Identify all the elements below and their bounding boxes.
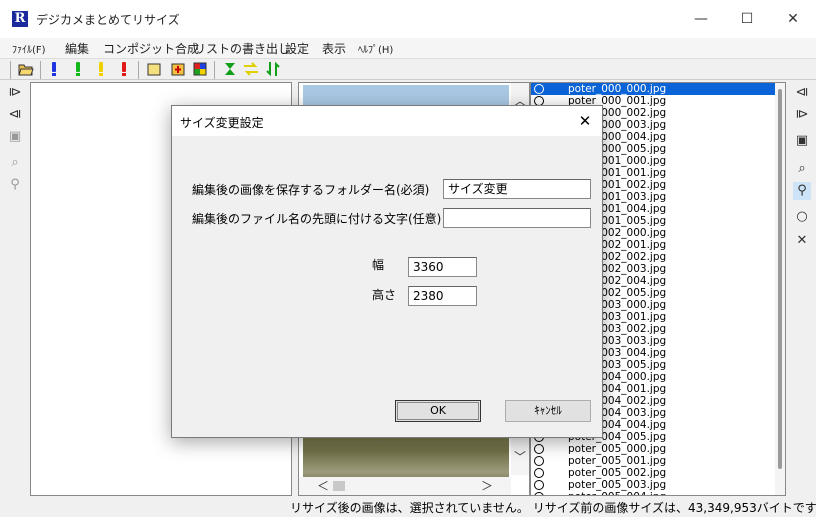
cross-icon[interactable]: ✕: [793, 232, 811, 250]
crop-icon[interactable]: [170, 61, 186, 77]
title-bar: R デジカメまとめてリサイズ — ☐ ✕: [0, 0, 816, 38]
menu-file[interactable]: ﾌｧｲﾙ(F): [12, 41, 46, 56]
menu-composite[interactable]: コンポジット合成: [103, 40, 199, 57]
maximize-button[interactable]: ☐: [724, 0, 770, 38]
composite-grid-icon[interactable]: [192, 61, 208, 77]
prefix-label: 編集後のファイル名の先頭に付ける文字(任意): [192, 212, 442, 226]
exclaim-yellow-dot: [99, 73, 103, 76]
exclaim-red-icon[interactable]: [116, 61, 132, 77]
exclaim-green-icon[interactable]: [70, 61, 86, 77]
exclaim-yellow-icon[interactable]: [93, 61, 109, 77]
dialog-close-icon[interactable]: ✕: [574, 110, 596, 132]
zoom-icon[interactable]: ⚲: [793, 182, 811, 200]
cancel-button[interactable]: ｷｬﾝｾﾙ: [505, 400, 591, 422]
menu-view[interactable]: 表示: [322, 40, 346, 57]
dialog-title-bar: サイズ変更設定 ✕: [172, 106, 602, 136]
list-item[interactable]: poter_000_000.jpg: [531, 83, 775, 95]
folder-name-label: 編集後の画像を保存するフォルダー名(必須): [192, 183, 430, 197]
frame-icon[interactable]: [146, 61, 162, 77]
file-name: poter_005_004.jpg: [568, 491, 666, 495]
file-list-scrollbar[interactable]: [775, 83, 785, 495]
list-item[interactable]: poter_005_000.jpg: [531, 443, 775, 455]
menu-export-list[interactable]: リストの書き出し: [194, 40, 290, 57]
zoom-fit-icon[interactable]: ⌕: [793, 160, 811, 178]
file-name: poter_005_001.jpg: [568, 455, 667, 467]
horizontal-scroll-thumb[interactable]: [333, 481, 345, 491]
menu-settings[interactable]: 設定: [285, 40, 309, 57]
menu-help[interactable]: ﾍﾙﾌﾟ(H): [358, 41, 393, 56]
prefix-input[interactable]: [443, 208, 591, 228]
folder-name-input[interactable]: サイズ変更: [443, 179, 591, 199]
exclaim-yellow-bar: [99, 62, 103, 72]
file-name: poter_005_003.jpg: [568, 479, 667, 491]
file-name: poter_005_000.jpg: [568, 443, 667, 455]
exclaim-blue-dot: [52, 73, 56, 76]
ok-button[interactable]: OK: [395, 400, 481, 422]
window-title: デジカメまとめてリサイズ: [36, 13, 180, 27]
status-circle-icon: [534, 480, 544, 490]
menu-edit[interactable]: 編集: [65, 40, 89, 57]
file-list-scroll-thumb[interactable]: [778, 89, 782, 469]
swap-vertical-shape: [266, 61, 280, 77]
save-icon[interactable]: ▣: [793, 132, 811, 150]
nav-next-icon[interactable]: ⧐: [793, 106, 811, 124]
list-item[interactable]: poter_005_001.jpg: [531, 455, 775, 467]
exclaim-green-bar: [76, 62, 80, 72]
list-item[interactable]: poter_005_002.jpg: [531, 467, 775, 479]
open-folder-icon[interactable]: [18, 61, 34, 77]
status-circle-icon: [534, 468, 544, 478]
app-icon: R: [12, 11, 28, 27]
exclaim-red-bar: [122, 62, 126, 72]
minimize-button[interactable]: —: [678, 0, 724, 38]
play-prev-icon[interactable]: ⧏: [6, 106, 24, 124]
scroll-down-icon[interactable]: ﹀: [512, 449, 528, 465]
preview-horizontal-scrollbar[interactable]: ＜ ＞: [299, 477, 511, 495]
swap-horizontal-icon[interactable]: [243, 61, 259, 77]
status-circle-icon: [534, 84, 544, 94]
scroll-right-icon[interactable]: ＞: [479, 478, 495, 494]
width-label: 幅: [372, 258, 385, 272]
flip-vertical-shape: [225, 63, 235, 75]
width-input[interactable]: 3360: [408, 257, 477, 277]
file-name: poter_005_002.jpg: [568, 467, 667, 479]
toolbar-separator: [10, 61, 11, 79]
status-text: リサイズ後の画像は、選択されていません。 リサイズ前の画像サイズは、43,349…: [290, 501, 816, 515]
save-icon[interactable]: ▣: [6, 128, 24, 146]
nav-prev-icon[interactable]: ⧏: [793, 84, 811, 102]
dialog-title: サイズ変更設定: [180, 116, 264, 130]
exclaim-red-dot: [122, 73, 126, 76]
menu-bar: ﾌｧｲﾙ(F) 編集 コンポジット合成 リストの書き出し 設定 表示 ﾍﾙﾌﾟ(…: [0, 38, 816, 58]
zoom-icon[interactable]: ⚲: [6, 176, 24, 194]
exclaim-green-dot: [76, 73, 80, 76]
exclaim-blue-icon[interactable]: [46, 61, 62, 77]
status-circle-icon: [534, 456, 544, 466]
status-circle-icon: [534, 444, 544, 454]
swap-horizontal-shape: [244, 62, 258, 76]
flip-vertical-icon[interactable]: [222, 61, 238, 77]
toolbar-separator: [138, 61, 139, 79]
file-name: poter_000_000.jpg: [568, 83, 667, 95]
resize-settings-dialog: サイズ変更設定 ✕ 編集後の画像を保存するフォルダー名(必須) サイズ変更 編集…: [171, 105, 603, 438]
height-input[interactable]: 2380: [408, 286, 477, 306]
swap-vertical-icon[interactable]: [265, 61, 281, 77]
toolbar-separator: [40, 61, 41, 79]
circle-icon[interactable]: ○: [793, 208, 811, 226]
height-label: 高さ: [372, 288, 397, 302]
list-item[interactable]: poter_005_004.jpg: [531, 491, 775, 495]
zoom-fit-icon[interactable]: ⌕: [6, 154, 24, 172]
status-bar: リサイズ後の画像は、選択されていません。 リサイズ前の画像サイズは、43,349…: [0, 497, 816, 517]
scroll-left-icon[interactable]: ＜: [315, 478, 331, 494]
toolbar-separator: [214, 61, 215, 79]
toolbar: [0, 58, 816, 80]
exclaim-blue-bar: [52, 62, 56, 72]
status-circle-icon: [534, 492, 544, 495]
play-next-icon[interactable]: ⧐: [6, 84, 24, 102]
list-item[interactable]: poter_005_003.jpg: [531, 479, 775, 491]
close-button[interactable]: ✕: [770, 0, 816, 38]
